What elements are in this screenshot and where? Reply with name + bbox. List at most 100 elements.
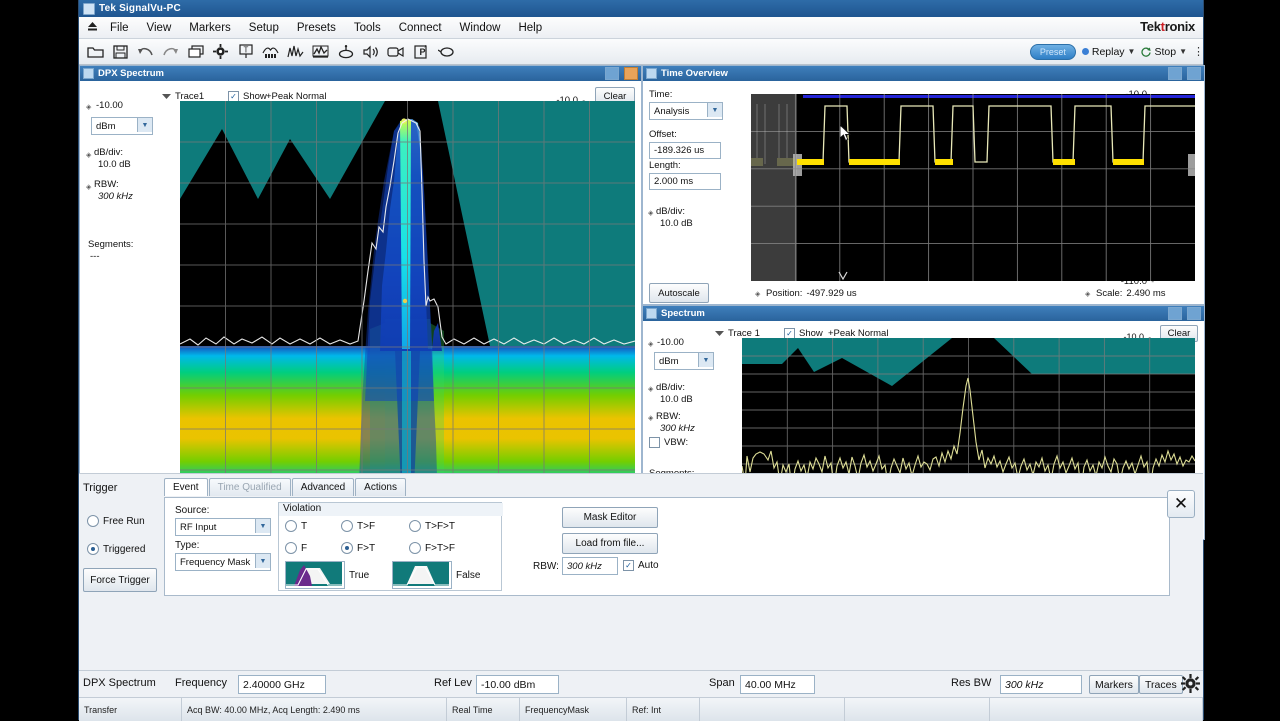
time-scale-readout[interactable]: ◈ Scale: 2.490 ms bbox=[1085, 288, 1165, 299]
vertical-dots-icon[interactable]: ⋮ bbox=[1193, 50, 1199, 54]
type-select[interactable]: Frequency Mask▼ bbox=[175, 553, 271, 571]
position-knob-icon: ◈ bbox=[755, 290, 762, 297]
time-dbdiv-knob-icon[interactable]: ◈ bbox=[648, 209, 655, 216]
dpx-graph[interactable] bbox=[180, 101, 635, 511]
spectrum-maximize-button[interactable] bbox=[1168, 307, 1182, 320]
radio-icon bbox=[409, 542, 421, 554]
offset-field[interactable]: -189.326 us bbox=[649, 142, 721, 159]
video-capture-icon[interactable] bbox=[383, 41, 408, 62]
time-overview-graph[interactable] bbox=[751, 94, 1195, 281]
dpx-unit-select[interactable]: dBm▼ bbox=[91, 117, 153, 135]
span-field[interactable]: 40.00 MHz bbox=[740, 675, 815, 694]
time-label: Time: bbox=[649, 89, 672, 100]
chevron-down-icon: ▼ bbox=[255, 519, 270, 533]
violation-option-t[interactable]: T bbox=[285, 520, 307, 532]
trigger-rbw-label: RBW: bbox=[533, 561, 559, 572]
eject-icon[interactable] bbox=[83, 22, 101, 34]
spectrogram-icon[interactable] bbox=[258, 41, 283, 62]
frequency-field[interactable]: 2.40000 GHz bbox=[238, 675, 326, 694]
print-icon[interactable]: P* bbox=[408, 41, 433, 62]
traces-button[interactable]: Traces bbox=[1139, 675, 1183, 694]
trigger-auto-checkbox[interactable]: ✓ Auto bbox=[623, 560, 659, 571]
menu-item-help[interactable]: Help bbox=[509, 20, 551, 36]
link-icon[interactable] bbox=[433, 41, 458, 62]
menu-item-presets[interactable]: Presets bbox=[288, 20, 345, 36]
save-disk-icon[interactable] bbox=[108, 41, 133, 62]
close-trigger-button[interactable]: ✕ bbox=[1167, 490, 1195, 518]
stop-button[interactable]: Stop ▼ bbox=[1141, 46, 1187, 58]
dpx-icon[interactable] bbox=[308, 41, 333, 62]
replay-button[interactable]: Replay ▼ bbox=[1082, 46, 1136, 58]
violation-option-tft[interactable]: T>F>T bbox=[409, 520, 455, 532]
time-position-label: Position: bbox=[766, 288, 802, 299]
time-overview-close-button[interactable] bbox=[1187, 67, 1201, 80]
tab-event[interactable]: Event bbox=[164, 478, 208, 496]
menu-item-connect[interactable]: Connect bbox=[390, 20, 451, 36]
source-select[interactable]: RF Input▼ bbox=[175, 518, 271, 536]
windows-icon[interactable] bbox=[183, 41, 208, 62]
dpx-dbdiv-knob-icon[interactable]: ◈ bbox=[86, 151, 93, 158]
menu-item-markers[interactable]: Markers bbox=[180, 20, 240, 36]
dpx-reflevel-knob-icon[interactable]: ◈ bbox=[86, 103, 93, 110]
time-overview-title: Time Overview bbox=[661, 68, 1163, 79]
tab-actions[interactable]: Actions bbox=[355, 478, 406, 496]
open-folder-icon[interactable] bbox=[83, 41, 108, 62]
chevron-down-icon[interactable]: ▼ bbox=[1128, 47, 1136, 56]
speaker-icon[interactable] bbox=[358, 41, 383, 62]
force-trigger-button[interactable]: Force Trigger bbox=[83, 568, 157, 592]
undo-icon[interactable] bbox=[133, 41, 158, 62]
load-from-file-button[interactable]: Load from file... bbox=[562, 533, 658, 554]
spectrum-dbdiv-knob-icon[interactable]: ◈ bbox=[648, 385, 655, 392]
reflev-field[interactable]: -10.00 dBm bbox=[476, 675, 559, 694]
time-autoscale-button[interactable]: Autoscale bbox=[649, 283, 709, 303]
window-title: Tek SignalVu-PC bbox=[99, 3, 181, 14]
violation-option-ft[interactable]: F>T bbox=[341, 542, 375, 554]
gear-icon[interactable] bbox=[1181, 674, 1200, 698]
violation-option-f[interactable]: F bbox=[285, 542, 307, 554]
spectrum-close-button[interactable] bbox=[1187, 307, 1201, 320]
violation-true-thumbnail[interactable] bbox=[285, 561, 345, 589]
application-window: Tek SignalVu-PC File View Markers Setup … bbox=[78, 0, 1204, 720]
spectrum-rbw-knob-icon[interactable]: ◈ bbox=[648, 414, 655, 421]
frequency-label: Frequency bbox=[175, 677, 227, 689]
preset-button[interactable]: Preset bbox=[1030, 44, 1076, 60]
trigger-free-run-radio[interactable]: Free Run bbox=[87, 515, 145, 527]
chevron-down-icon-2[interactable]: ▼ bbox=[1179, 47, 1187, 56]
trigger-triggered-radio[interactable]: Triggered bbox=[87, 543, 145, 555]
spectrum-reflevel-value[interactable]: -10.00 bbox=[657, 337, 684, 348]
radio-icon bbox=[409, 520, 421, 532]
type-label: Type: bbox=[175, 540, 199, 551]
resbw-field[interactable]: 300 kHz bbox=[1000, 675, 1082, 694]
menu-item-view[interactable]: View bbox=[138, 20, 181, 36]
menu-item-setup[interactable]: Setup bbox=[240, 20, 288, 36]
spectrum-reflevel-knob-icon[interactable]: ◈ bbox=[648, 340, 655, 347]
dpx-reflevel-value[interactable]: -10.00 bbox=[96, 100, 123, 111]
violation-option-ftf[interactable]: F>T>F bbox=[409, 542, 455, 554]
menu-item-window[interactable]: Window bbox=[451, 20, 510, 36]
mask-editor-button[interactable]: Mask Editor bbox=[562, 507, 658, 528]
violation-false-thumbnail[interactable] bbox=[392, 561, 452, 589]
spectrum-icon[interactable] bbox=[283, 41, 308, 62]
dpx-rbw-knob-icon[interactable]: ◈ bbox=[86, 183, 93, 190]
dpx-maximize-button[interactable] bbox=[605, 67, 619, 80]
time-select[interactable]: Analysis▼ bbox=[649, 102, 723, 120]
menu-item-file[interactable]: File bbox=[101, 20, 138, 36]
menu-item-tools[interactable]: Tools bbox=[345, 20, 390, 36]
spectrum-unit-select[interactable]: dBm▼ bbox=[654, 352, 714, 370]
dpx-rbw-label: RBW: bbox=[94, 179, 119, 190]
text-marker-icon[interactable]: T bbox=[233, 41, 258, 62]
violation-option-tf[interactable]: T>F bbox=[341, 520, 375, 532]
redo-icon[interactable] bbox=[158, 41, 183, 62]
length-field[interactable]: 2.000 ms bbox=[649, 173, 721, 190]
spectrum-vbw-checkbox[interactable]: VBW: bbox=[649, 437, 688, 448]
dpx-close-button[interactable] bbox=[624, 67, 638, 80]
tab-time-qualified[interactable]: Time Qualified bbox=[209, 478, 291, 496]
time-overview-maximize-button[interactable] bbox=[1168, 67, 1182, 80]
audio-demod-icon[interactable] bbox=[333, 41, 358, 62]
trigger-rbw-field[interactable]: 300 kHz bbox=[562, 557, 618, 575]
gear-icon[interactable] bbox=[208, 41, 233, 62]
time-position-readout[interactable]: ◈ Position: -497.929 us bbox=[755, 288, 857, 299]
tab-advanced[interactable]: Advanced bbox=[292, 478, 354, 496]
svg-text:T: T bbox=[243, 46, 248, 55]
markers-button[interactable]: Markers bbox=[1089, 675, 1139, 694]
